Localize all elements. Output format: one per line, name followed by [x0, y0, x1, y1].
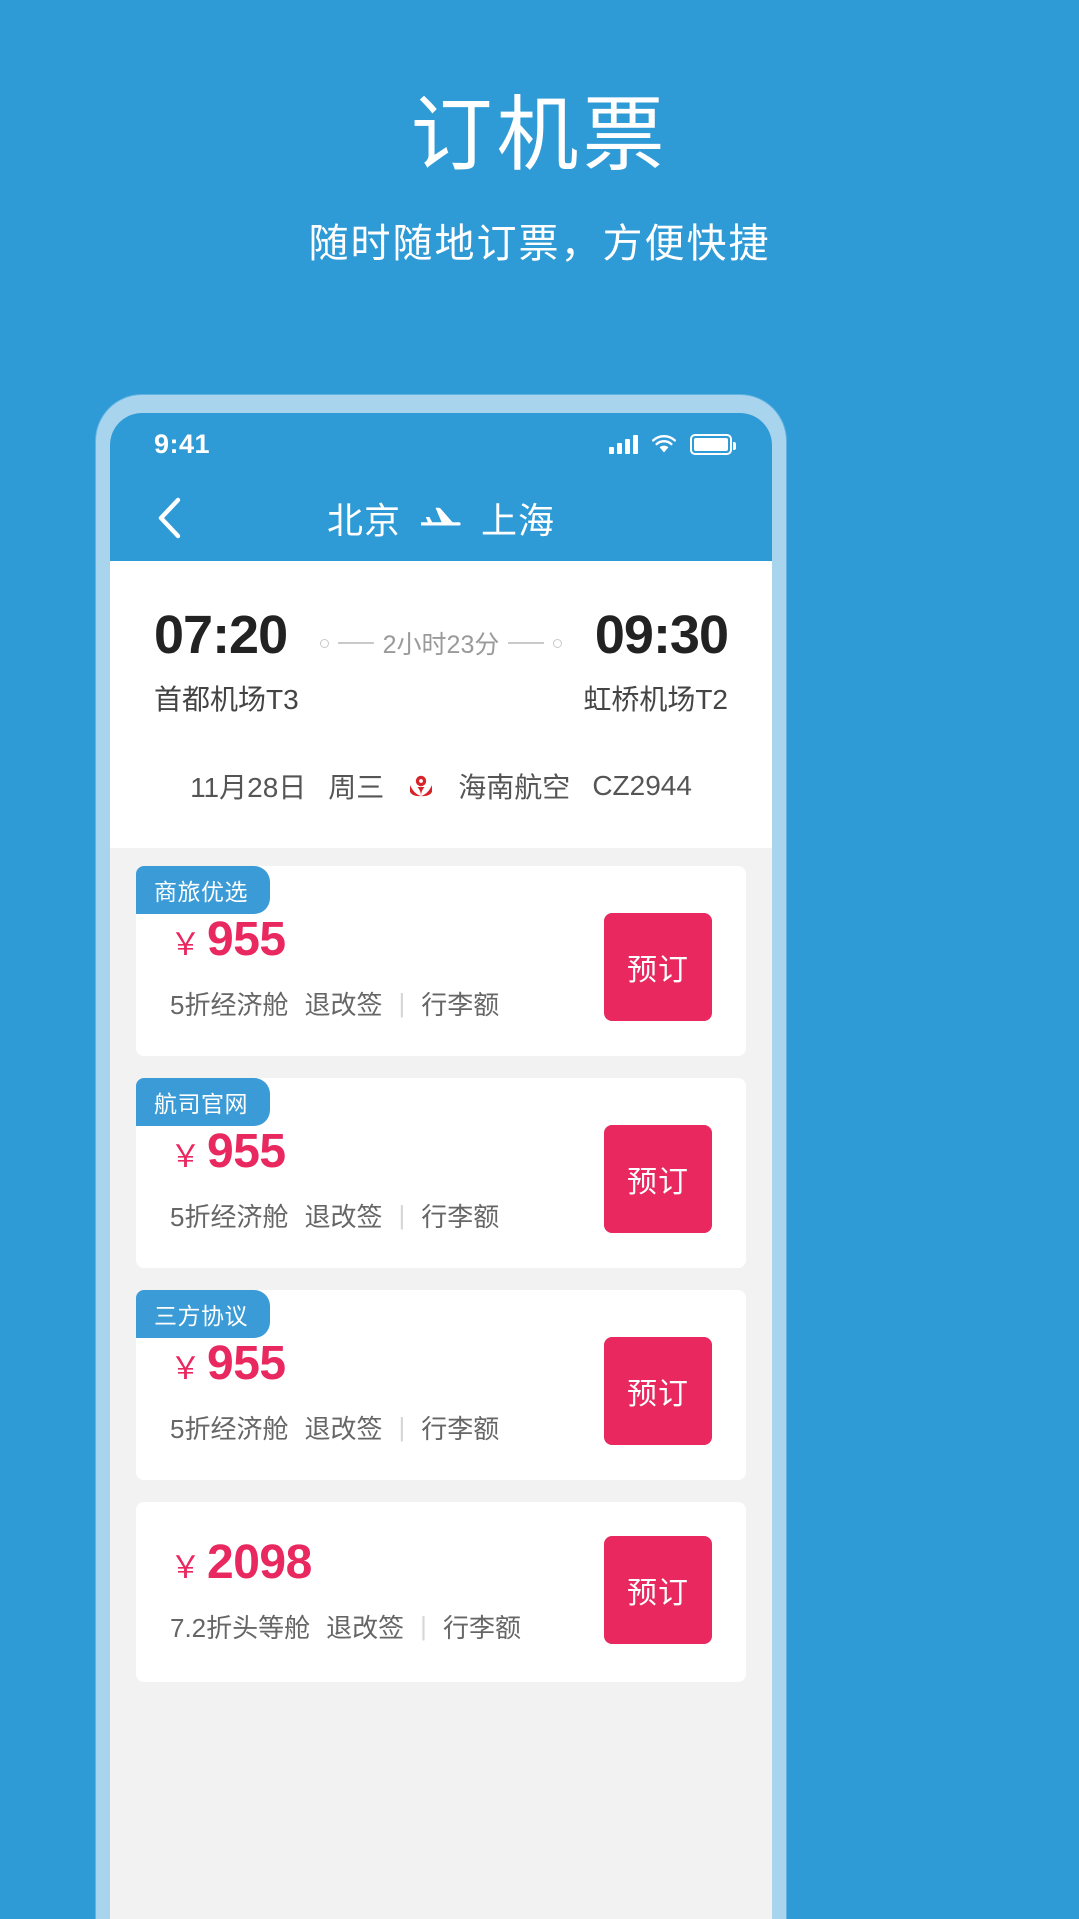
- airplane-icon: [419, 505, 463, 531]
- ticket-card[interactable]: 商旅优选 ￥ 955 5折经济舱 退改签 | 行李额 预订: [136, 865, 746, 1056]
- ticket-card[interactable]: ￥ 2098 7.2折头等舱 退改签 | 行李额 预订: [136, 1501, 746, 1682]
- attribute-separator: |: [398, 1199, 406, 1230]
- phone-frame: 9:41 北京 上海 07:20 首都机场T3 2小时23分 09:30 虹桥机…: [96, 395, 786, 1919]
- cabin-class: 5折经济舱: [170, 1201, 289, 1232]
- ticket-attributes: 5折经济舱 退改签 | 行李额: [170, 985, 604, 1022]
- ticket-price: ￥ 955: [170, 1336, 604, 1391]
- refund-policy: 退改签: [304, 1201, 383, 1232]
- duration-line-left: [337, 642, 374, 644]
- status-time: 9:41: [154, 428, 211, 459]
- arrival-time: 09:30: [594, 605, 729, 665]
- refund-policy: 退改签: [304, 1413, 383, 1444]
- currency-symbol: ￥: [170, 1138, 201, 1174]
- departure-airport: 首都机场T3: [154, 683, 299, 715]
- attribute-separator: |: [398, 1411, 406, 1442]
- ticket-attributes: 5折经济舱 退改签 | 行李额: [170, 1409, 604, 1446]
- ticket-badge: 三方协议: [136, 1289, 270, 1338]
- departure-leg: 07:20 首都机场T3: [154, 607, 320, 718]
- book-button[interactable]: 预订: [604, 1535, 712, 1644]
- book-button[interactable]: 预订: [604, 912, 712, 1021]
- route-title: 北京 上海: [110, 492, 772, 544]
- attribute-separator: |: [420, 1610, 427, 1641]
- flight-meta: 11月28日 周三 海南航空 CZ2944: [154, 766, 728, 806]
- price-amount: 955: [207, 912, 286, 966]
- price-amount: 2098: [207, 1535, 312, 1589]
- price-amount: 955: [207, 1336, 286, 1390]
- ticket-card[interactable]: 航司官网 ￥ 955 5折经济舱 退改签 | 行李额 预订: [136, 1077, 746, 1268]
- ticket-price: ￥ 955: [170, 1124, 604, 1179]
- departure-time: 07:20: [154, 605, 288, 665]
- ticket-price: ￥ 955: [170, 912, 604, 967]
- flight-number: CZ2944: [592, 769, 692, 801]
- ticket-body: ￥ 955 5折经济舱 退改签 | 行李额: [170, 1336, 604, 1446]
- ticket-list: 商旅优选 ￥ 955 5折经济舱 退改签 | 行李额 预订 航司官网 ￥ 955…: [110, 847, 772, 1682]
- airline-name: 海南航空: [458, 771, 571, 803]
- ticket-badge: 商旅优选: [136, 865, 270, 914]
- ticket-badge: 航司官网: [136, 1077, 270, 1126]
- back-button[interactable]: [140, 489, 198, 547]
- cabin-class: 5折经济舱: [170, 989, 289, 1020]
- duration-end-dot-icon: [553, 638, 563, 648]
- flight-summary-card: 07:20 首都机场T3 2小时23分 09:30 虹桥机场T2 11月28日 …: [110, 561, 772, 848]
- currency-symbol: ￥: [170, 926, 201, 962]
- book-button[interactable]: 预订: [604, 1124, 712, 1233]
- ticket-card[interactable]: 三方协议 ￥ 955 5折经济舱 退改签 | 行李额 预订: [136, 1289, 746, 1480]
- route-origin: 北京: [326, 500, 401, 541]
- currency-symbol: ￥: [170, 1350, 201, 1386]
- refund-policy: 退改签: [326, 1612, 405, 1643]
- page-title: 订机票: [410, 90, 669, 181]
- baggage-allowance: 行李额: [421, 1413, 500, 1444]
- price-amount: 955: [207, 1124, 286, 1178]
- ticket-attributes: 5折经济舱 退改签 | 行李额: [170, 1197, 604, 1234]
- cabin-class: 7.2折头等舱: [170, 1612, 311, 1643]
- nav-bar: 北京 上海: [110, 475, 772, 561]
- ticket-body: ￥ 955 5折经济舱 退改签 | 行李额: [170, 1124, 604, 1234]
- flight-times: 07:20 首都机场T3 2小时23分 09:30 虹桥机场T2: [154, 605, 729, 718]
- arrival-leg: 09:30 虹桥机场T2: [562, 605, 729, 718]
- ticket-attributes: 7.2折头等舱 退改签 | 行李额: [170, 1608, 604, 1645]
- status-bar: 9:41: [110, 413, 772, 475]
- promo-header: 订机票 随时随地订票，方便快捷: [0, 0, 1079, 269]
- duration-text: 2小时23分: [382, 631, 500, 659]
- signal-bars-icon: [609, 434, 638, 454]
- ticket-price: ￥ 2098: [170, 1535, 604, 1590]
- attribute-separator: |: [398, 987, 406, 1018]
- baggage-allowance: 行李额: [442, 1612, 521, 1643]
- chevron-left-icon: [158, 497, 181, 539]
- currency-symbol: ￥: [170, 1549, 201, 1585]
- hainan-airlines-logo-icon: [406, 771, 436, 801]
- cabin-class: 5折经济舱: [170, 1413, 289, 1444]
- duration-line-right: [508, 642, 545, 644]
- flight-weekday: 周三: [328, 771, 385, 803]
- battery-icon: [690, 433, 736, 455]
- ticket-body: ￥ 955 5折经济舱 退改签 | 行李额: [170, 912, 604, 1022]
- route-destination: 上海: [481, 500, 556, 541]
- baggage-allowance: 行李额: [421, 1201, 500, 1232]
- arrival-airport: 虹桥机场T2: [583, 683, 728, 715]
- wifi-icon: [651, 434, 677, 454]
- status-icons: [609, 433, 736, 455]
- baggage-allowance: 行李额: [421, 989, 500, 1020]
- page-subtitle: 随时随地订票，方便快捷: [308, 221, 771, 266]
- duration-start-dot-icon: [319, 638, 329, 648]
- refund-policy: 退改签: [304, 989, 383, 1020]
- book-button[interactable]: 预订: [604, 1336, 712, 1445]
- phone-screen: 9:41 北京 上海 07:20 首都机场T3 2小时23分 09:30 虹桥机…: [110, 413, 772, 1919]
- flight-date: 11月28日: [190, 771, 307, 803]
- ticket-body: ￥ 2098 7.2折头等舱 退改签 | 行李额: [170, 1535, 604, 1645]
- flight-duration: 2小时23分: [319, 607, 563, 661]
